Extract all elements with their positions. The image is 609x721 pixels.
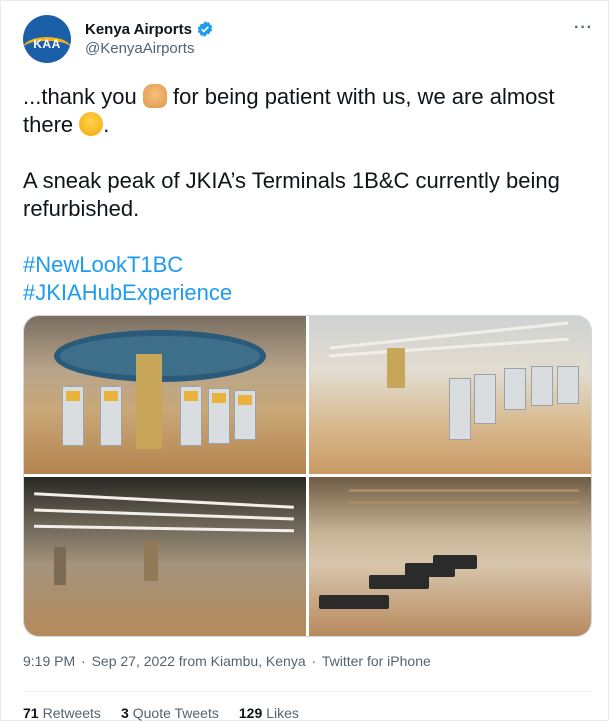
tweet-text: ...thank you for being patient with us, … bbox=[23, 83, 593, 307]
retweets-label: Retweets bbox=[42, 705, 101, 721]
tweet-text-segment: . bbox=[103, 112, 110, 137]
verified-badge-icon bbox=[197, 21, 213, 37]
pillar-shape bbox=[387, 348, 405, 388]
photo-2[interactable] bbox=[309, 316, 591, 474]
tweet-client[interactable]: Twitter for iPhone bbox=[322, 653, 431, 669]
avatar[interactable]: KAA bbox=[23, 15, 71, 63]
tweet-meta: 9:19 PM · Sep 27, 2022 from Kiambu, Keny… bbox=[23, 653, 431, 669]
hugging-face-emoji-icon bbox=[79, 112, 104, 136]
kiosk-shape bbox=[180, 386, 202, 446]
ceiling-slat bbox=[349, 489, 579, 492]
kiosk-shape bbox=[531, 366, 553, 406]
tweet-location: from Kiambu, Kenya bbox=[178, 653, 306, 669]
kiosk-shape bbox=[557, 366, 579, 404]
tweet-paragraph-2: A sneak peak of JKIA’s Terminals 1B&C cu… bbox=[23, 168, 560, 221]
quote-tweets-label: Quote Tweets bbox=[132, 705, 219, 721]
retweets-count: 71 bbox=[23, 705, 39, 721]
quote-tweets-stat[interactable]: 3 Quote Tweets bbox=[121, 705, 219, 721]
divider bbox=[23, 691, 593, 692]
quote-tweets-count: 3 bbox=[120, 705, 129, 721]
ceiling-stripe bbox=[329, 337, 569, 358]
tweet-stats: 71 Retweets 3 Quote Tweets 129 Likes bbox=[23, 705, 299, 721]
more-options-icon[interactable]: ··· bbox=[574, 19, 593, 37]
kiosk-shape bbox=[234, 390, 256, 440]
tweet-date[interactable]: Sep 27, 2022 bbox=[92, 653, 175, 669]
likes-label: Likes bbox=[266, 705, 299, 721]
ceiling-stripe bbox=[33, 524, 295, 533]
pillar-shape bbox=[144, 541, 158, 581]
kiosk-shape bbox=[449, 378, 471, 440]
tweet-header: KAA Kenya Airports @KenyaAirports ··· bbox=[23, 15, 593, 63]
kiosk-shape bbox=[100, 386, 122, 446]
meta-separator: · bbox=[81, 653, 86, 669]
tweet-paragraph-3: #NewLookT1BC #JKIAHubExperience bbox=[23, 251, 593, 307]
photo-4[interactable] bbox=[309, 477, 591, 636]
pillar-shape bbox=[136, 354, 162, 449]
kiosk-shape bbox=[62, 386, 84, 446]
hashtag-link[interactable]: #NewLookT1BC bbox=[23, 252, 183, 277]
author-handle[interactable]: @KenyaAirports bbox=[85, 40, 194, 57]
meta-separator: · bbox=[311, 653, 317, 669]
tweet-paragraph-1: ...thank you for being patient with us, … bbox=[23, 83, 593, 139]
ceiling-slat bbox=[349, 501, 579, 504]
tweet-time[interactable]: 9:19 PM bbox=[23, 653, 75, 669]
author-name-row: Kenya Airports bbox=[85, 20, 214, 38]
tweet-text-segment: ...thank you bbox=[23, 84, 143, 109]
likes-stat[interactable]: 129 Likes bbox=[239, 705, 299, 721]
seating-row-shape bbox=[369, 575, 429, 589]
photo-3[interactable] bbox=[24, 477, 306, 636]
ceiling-stripe bbox=[34, 492, 294, 509]
hashtag-link[interactable]: #JKIAHubExperience bbox=[23, 280, 232, 305]
tweet-card: KAA Kenya Airports @KenyaAirports ··· ..… bbox=[0, 0, 609, 721]
avatar-logo-text: KAA bbox=[33, 37, 61, 51]
media-grid bbox=[23, 315, 592, 637]
kiosk-shape bbox=[474, 374, 496, 424]
photo-1[interactable] bbox=[24, 316, 306, 474]
ceiling-stripe bbox=[34, 508, 294, 521]
kiosk-shape bbox=[504, 368, 526, 410]
seating-row-shape bbox=[319, 595, 389, 609]
folded-hands-emoji-icon bbox=[142, 84, 167, 108]
kiosk-shape bbox=[208, 388, 230, 444]
pillar-shape bbox=[54, 547, 66, 585]
likes-count: 129 bbox=[238, 705, 263, 721]
retweets-stat[interactable]: 71 Retweets bbox=[23, 705, 101, 721]
seating-row-shape bbox=[433, 555, 477, 569]
author-name[interactable]: Kenya Airports bbox=[85, 21, 192, 38]
